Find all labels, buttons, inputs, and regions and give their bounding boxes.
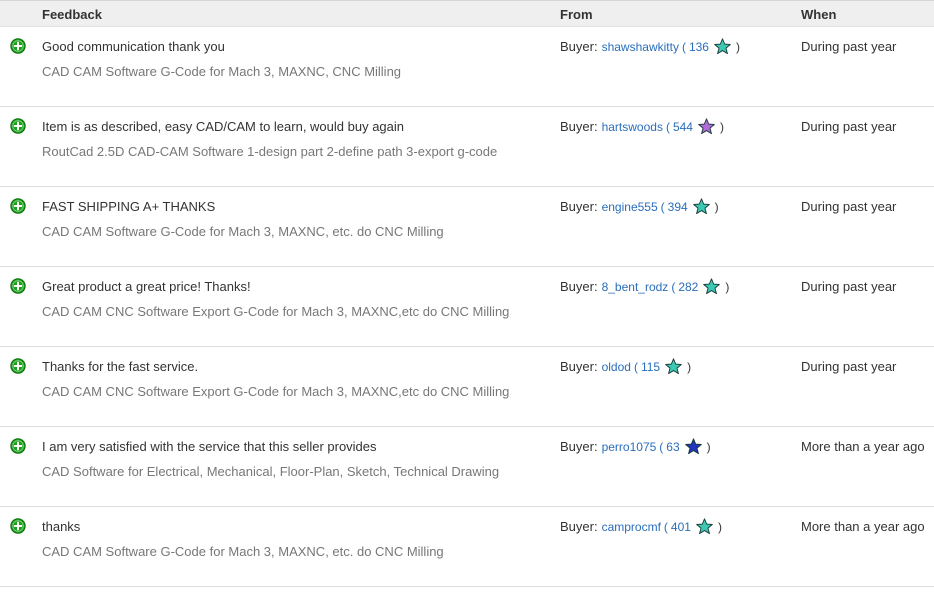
close-paren: ): [725, 279, 730, 294]
open-paren: (: [665, 119, 670, 134]
positive-feedback-icon: [10, 518, 26, 534]
positive-feedback-icon: [10, 358, 26, 374]
item-title: CAD CAM CNC Software Export G-Code for M…: [42, 384, 510, 399]
turquoise-star-icon: [692, 198, 710, 215]
from-cell: Buyer: 8_bent_rodz ( 282 ): [560, 278, 729, 295]
buyer-label: Buyer:: [560, 39, 598, 54]
close-paren: ): [735, 39, 740, 54]
table-header: Feedback From When: [0, 0, 934, 27]
table-row: thanks CAD CAM Software G-Code for Mach …: [0, 507, 934, 587]
buyer-label: Buyer:: [560, 119, 598, 134]
open-paren: (: [681, 39, 686, 54]
from-cell: Buyer: shawshawkitty ( 136 ): [560, 38, 740, 55]
turquoise-star-icon: [703, 278, 721, 295]
positive-feedback-icon: [10, 118, 26, 134]
turquoise-star-icon: [696, 518, 713, 535]
close-paren: ): [687, 359, 692, 374]
feedback-comment: Thanks for the fast service.: [42, 359, 199, 374]
positive-feedback-icon: [10, 38, 26, 54]
feedback-score-link[interactable]: 544: [673, 120, 693, 134]
open-paren: (: [671, 279, 676, 294]
buyer-username-link[interactable]: oldod: [602, 360, 631, 374]
feedback-when: During past year: [801, 39, 897, 54]
item-title: CAD Software for Electrical, Mechanical,…: [42, 464, 500, 479]
open-paren: (: [663, 519, 668, 534]
feedback-comment: Great product a great price! Thanks!: [42, 279, 251, 294]
feedback-when: More than a year ago: [801, 519, 925, 534]
header-when: When: [801, 7, 837, 22]
close-paren: ): [717, 519, 722, 534]
open-paren: (: [659, 439, 664, 454]
buyer-username-link[interactable]: hartswoods: [602, 120, 663, 134]
buyer-username-link[interactable]: engine555: [602, 200, 658, 214]
feedback-comment: thanks: [42, 519, 81, 534]
item-title: CAD CAM Software G-Code for Mach 3, MAXN…: [42, 224, 444, 239]
feedback-when: More than a year ago: [801, 439, 925, 454]
feedback-comment: Item is as described, easy CAD/CAM to le…: [42, 119, 405, 134]
table-row: Thanks for the fast service. CAD CAM CNC…: [0, 347, 934, 427]
buyer-label: Buyer:: [560, 199, 598, 214]
feedback-when: During past year: [801, 279, 897, 294]
table-row: Great product a great price! Thanks! CAD…: [0, 267, 934, 347]
from-cell: Buyer: hartswoods ( 544 ): [560, 118, 724, 135]
feedback-when: During past year: [801, 359, 897, 374]
feedback-when: During past year: [801, 199, 897, 214]
buyer-username-link[interactable]: 8_bent_rodz: [602, 280, 669, 294]
buyer-label: Buyer:: [560, 519, 598, 534]
item-title: CAD CAM CNC Software Export G-Code for M…: [42, 304, 510, 319]
open-paren: (: [660, 199, 665, 214]
from-cell: Buyer: engine555 ( 394 ): [560, 198, 719, 215]
item-title: CAD CAM Software G-Code for Mach 3, MAXN…: [42, 64, 402, 79]
turquoise-star-icon: [714, 38, 731, 55]
from-cell: Buyer: camprocmf ( 401 ): [560, 518, 722, 535]
close-paren: ): [706, 439, 711, 454]
feedback-when: During past year: [801, 119, 897, 134]
table-row: FAST SHIPPING A+ THANKS CAD CAM Software…: [0, 187, 934, 267]
from-cell: Buyer: oldod ( 115 ): [560, 358, 691, 375]
feedback-score-link[interactable]: 136: [689, 40, 709, 54]
feedback-score-link[interactable]: 63: [666, 440, 679, 454]
header-from: From: [560, 7, 593, 22]
positive-feedback-icon: [10, 438, 26, 454]
feedback-comment: I am very satisfied with the service tha…: [42, 439, 377, 454]
buyer-username-link[interactable]: shawshawkitty: [602, 40, 679, 54]
close-paren: ): [719, 119, 724, 134]
table-row: I am very satisfied with the service tha…: [0, 427, 934, 507]
buyer-username-link[interactable]: camprocmf: [602, 520, 661, 534]
feedback-table: Feedback From When Good communication th…: [0, 0, 934, 587]
buyer-username-link[interactable]: perro1075: [602, 440, 657, 454]
feedback-score-link[interactable]: 282: [678, 280, 698, 294]
table-body: Good communication thank you CAD CAM Sof…: [0, 27, 934, 587]
item-title: RoutCad 2.5D CAD-CAM Software 1-design p…: [42, 144, 498, 159]
close-paren: ): [714, 199, 719, 214]
table-row: Item is as described, easy CAD/CAM to le…: [0, 107, 934, 187]
item-title: CAD CAM Software G-Code for Mach 3, MAXN…: [42, 544, 444, 559]
from-cell: Buyer: perro1075 ( 63 ): [560, 438, 711, 455]
feedback-score-link[interactable]: 115: [641, 360, 660, 374]
buyer-label: Buyer:: [560, 359, 598, 374]
positive-feedback-icon: [10, 198, 26, 214]
blue-star-icon: [684, 438, 702, 455]
positive-feedback-icon: [10, 278, 26, 294]
buyer-label: Buyer:: [560, 439, 598, 454]
feedback-score-link[interactable]: 401: [671, 520, 691, 534]
feedback-comment: FAST SHIPPING A+ THANKS: [42, 199, 216, 214]
open-paren: (: [633, 359, 638, 374]
turquoise-star-icon: [665, 358, 682, 375]
purple-star-icon: [698, 118, 715, 135]
header-feedback: Feedback: [42, 7, 102, 22]
table-row: Good communication thank you CAD CAM Sof…: [0, 27, 934, 107]
feedback-comment: Good communication thank you: [42, 39, 225, 54]
buyer-label: Buyer:: [560, 279, 598, 294]
feedback-score-link[interactable]: 394: [668, 200, 688, 214]
